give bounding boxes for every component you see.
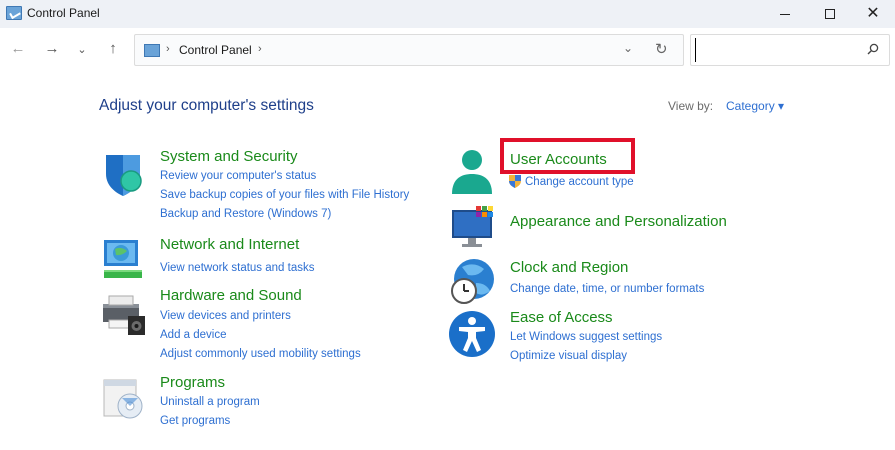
uac-shield-icon [509,175,521,188]
breadcrumb-separator[interactable]: › [258,43,262,55]
link-network-status[interactable]: View network status and tasks [160,262,314,274]
link-file-history[interactable]: Save backup copies of your files with Fi… [160,189,409,201]
highlight-box [500,138,635,174]
title-bar: Control Panel ✕ [0,0,895,28]
link-optimize-visual-display[interactable]: Optimize visual display [510,350,627,362]
monitor-icon[interactable] [448,204,496,252]
refresh-button[interactable]: ↻ [655,40,668,58]
link-windows-suggest-settings[interactable]: Let Windows suggest settings [510,331,662,343]
recent-locations-button[interactable]: ⌄ [72,43,92,56]
minimize-button[interactable] [762,0,808,28]
clock-globe-icon[interactable] [448,257,496,305]
control-panel-icon [6,6,22,20]
user-icon[interactable] [448,148,496,196]
link-get-programs[interactable]: Get programs [160,415,230,427]
link-review-status[interactable]: Review your computer's status [160,170,316,182]
navigation-bar: ← → ⌄ ↑ › Control Panel › ⌄ ↻ [0,28,895,74]
maximize-button[interactable] [807,0,853,28]
accessibility-icon[interactable] [448,310,496,358]
category-network-and-internet[interactable]: Network and Internet [160,236,299,253]
back-button[interactable]: ← [8,40,28,57]
maximize-icon [825,9,835,19]
forward-button[interactable]: → [42,40,62,57]
link-mobility-settings[interactable]: Adjust commonly used mobility settings [160,348,361,360]
category-hardware-and-sound[interactable]: Hardware and Sound [160,287,302,304]
network-globe-icon[interactable] [100,234,148,282]
link-add-device[interactable]: Add a device [160,329,227,341]
link-change-account-type[interactable]: Change account type [525,176,634,188]
up-button[interactable]: ↑ [103,40,123,57]
control-panel-icon [144,44,160,57]
category-clock-and-region[interactable]: Clock and Region [510,259,628,276]
view-by-label: View by: [668,99,714,113]
category-appearance-and-personalization[interactable]: Appearance and Personalization [510,213,727,230]
search-box[interactable] [690,34,890,66]
close-icon: ✕ [866,5,880,22]
search-input[interactable] [695,38,855,62]
close-button[interactable]: ✕ [850,0,895,28]
view-by-dropdown[interactable]: Category ▾ [726,99,784,113]
search-icon[interactable] [867,43,879,55]
window-title: Control Panel [27,6,100,20]
breadcrumb-control-panel[interactable]: Control Panel [179,43,252,57]
link-uninstall-program[interactable]: Uninstall a program [160,396,260,408]
page-title: Adjust your computer's settings [99,97,314,114]
category-ease-of-access[interactable]: Ease of Access [510,309,613,326]
programs-icon[interactable] [100,374,148,422]
address-bar[interactable]: › Control Panel › ⌄ ↻ [134,34,684,66]
breadcrumb-separator[interactable]: › [166,43,170,55]
link-backup-restore[interactable]: Backup and Restore (Windows 7) [160,208,331,220]
address-dropdown-button[interactable]: ⌄ [623,41,633,55]
shield-icon[interactable] [100,150,148,198]
minimize-icon [780,13,790,15]
category-system-and-security[interactable]: System and Security [160,148,298,165]
link-devices-printers[interactable]: View devices and printers [160,310,291,322]
category-programs[interactable]: Programs [160,374,225,391]
printer-speaker-icon[interactable] [100,290,148,338]
link-date-time-formats[interactable]: Change date, time, or number formats [510,283,704,295]
